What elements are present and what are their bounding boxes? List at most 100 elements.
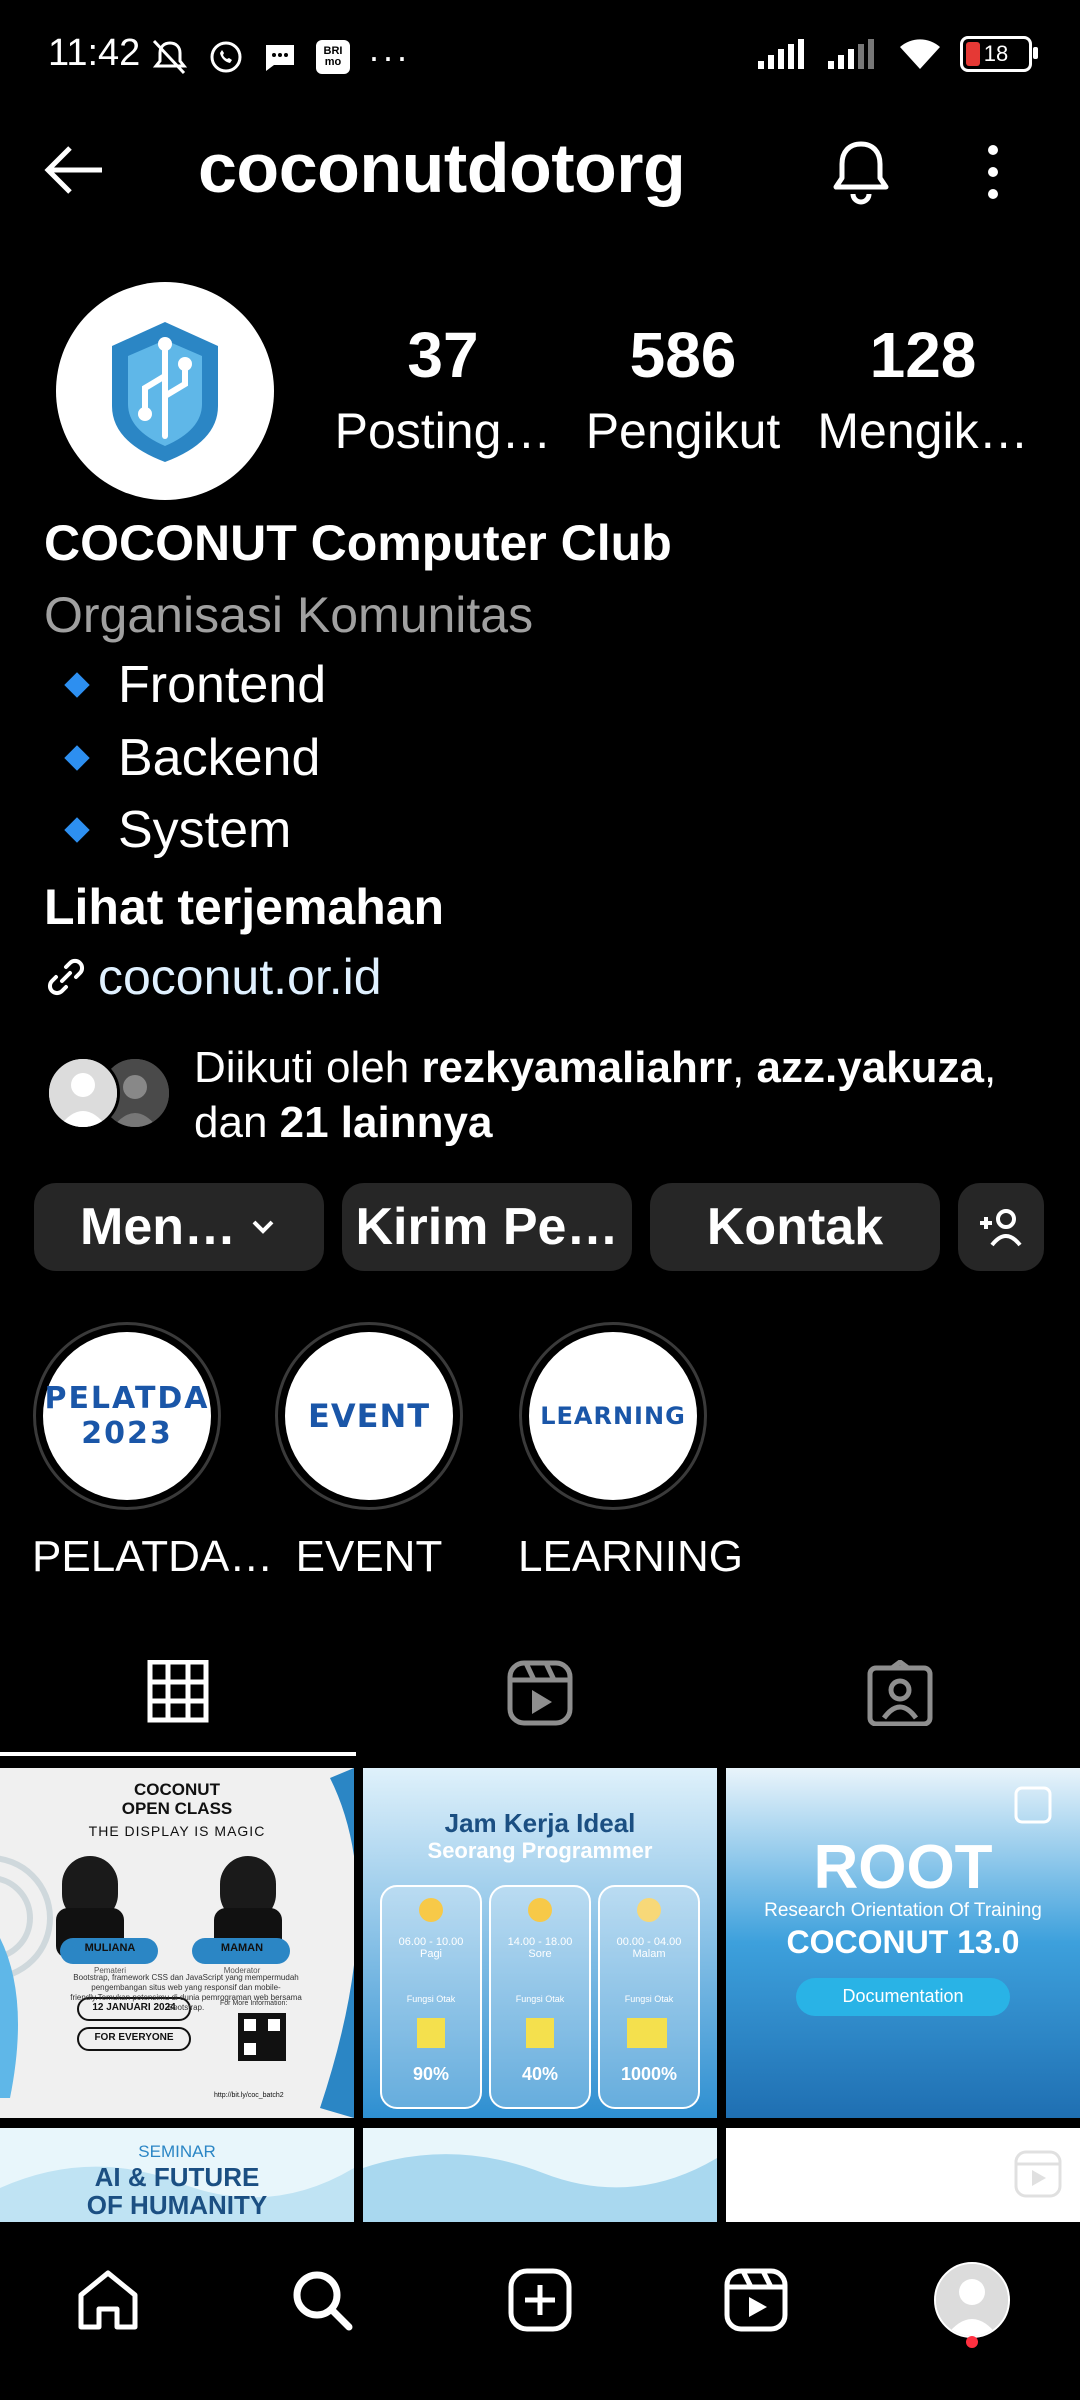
stat-following[interactable]: 128 Mengik… (808, 318, 1038, 460)
post-button-label: Documentation (842, 1986, 964, 2006)
followed-by-prefix: Diikuti oleh (194, 1043, 422, 1092)
separator: , (984, 1043, 997, 1092)
bell-icon (833, 141, 889, 205)
contact-button[interactable]: Kontak (650, 1183, 940, 1271)
website-link[interactable]: coconut.or.id (44, 948, 382, 1006)
following-button-label: Men… (80, 1198, 236, 1256)
post-title-line: Jam Kerja Ideal (444, 1808, 636, 1838)
highlight-learning[interactable]: LEARNING LEARNING (518, 1322, 743, 1582)
profile-display-name: COCONUT Computer Club (44, 515, 672, 571)
profile-avatar[interactable] (56, 282, 274, 500)
column-label: Fungsi Otak (624, 1994, 674, 2004)
post-column: 14.00 - 18.00 Sore (490, 1936, 590, 1960)
registration-url: http://bit.ly/coc_batch2 (214, 2092, 284, 2099)
battery-level: 18 (983, 41, 1009, 66)
column-time: 00.00 - 04.00 (616, 1936, 682, 1948)
profile-avatar-small (934, 2262, 1010, 2338)
event-date: 12 JANUARI 2024 (92, 2002, 176, 2013)
blue-diamond-icon (64, 745, 90, 771)
column-value: 1000% (620, 2064, 678, 2084)
highlight-cover: LEARNING (529, 1332, 697, 1500)
stat-following-value: 128 (869, 319, 977, 391)
status-icons-left: BRI mo ··· (150, 36, 410, 78)
post-tile[interactable]: COCONUT OPEN CLASS THE DISPLAY IS MAGIC … (0, 1768, 354, 2118)
bio-line: Backend (60, 728, 320, 788)
column-time: 06.00 - 10.00 (398, 1936, 464, 1948)
mute-icon (150, 39, 190, 75)
nav-search[interactable] (282, 2260, 362, 2340)
post-event: COCONUT 13.0 (786, 1924, 1020, 1960)
highlight-ring: LEARNING (519, 1322, 707, 1510)
post-subtitle: Research Orientation Of Training (764, 1900, 1042, 1921)
tab-tagged[interactable] (860, 1660, 940, 1726)
message-button[interactable]: Kirim Pe… (342, 1183, 632, 1271)
following-button[interactable]: Men… (34, 1183, 324, 1271)
more-notifications-icon: ··· (368, 36, 410, 77)
post-column: 06.00 - 10.00 Pagi (381, 1936, 481, 1960)
stat-posts-label: Posting… (334, 403, 552, 459)
highlight-label: EVENT (295, 1532, 443, 1581)
moderator-name: MAMAN (220, 1942, 264, 1954)
tagged-person-icon (867, 1660, 933, 1726)
column-label: Fungsi Otak (406, 1994, 456, 2004)
back-arrow-icon (44, 146, 102, 194)
post-tile[interactable]: ROOT Research Orientation Of Training CO… (726, 1768, 1080, 2118)
nav-reels[interactable] (716, 2260, 796, 2340)
post-title: ROOT (813, 1833, 993, 1902)
event-audience: FOR EVERYONE (94, 2032, 174, 2043)
see-translation-link[interactable]: Lihat terjemahan (44, 878, 444, 936)
search-icon (293, 2271, 353, 2331)
nav-home[interactable] (68, 2260, 148, 2340)
separator: , (732, 1043, 757, 1092)
mutual-follower-name: azz.yakuza (756, 1043, 985, 1092)
add-person-icon (980, 1209, 1022, 1247)
stat-followers[interactable]: 586 Pengikut (568, 318, 798, 460)
message-icon (262, 39, 298, 75)
reel-indicator-icon (1014, 2150, 1062, 2198)
tab-grid[interactable] (140, 1660, 216, 1724)
highlight-cover: PELATDA 2023 (43, 1332, 211, 1500)
column-period: Malam (632, 1948, 666, 1960)
add-post-icon (508, 2268, 572, 2332)
column-period: Sore (528, 1948, 552, 1960)
speaker-name: MULIANA (84, 1942, 136, 1954)
post-title-line: Seorang Programmer (427, 1838, 653, 1863)
post-title-line: OPEN CLASS (121, 1799, 233, 1818)
more-vertical-icon (988, 145, 998, 199)
bio-line-text: Frontend (118, 656, 327, 714)
highlight-cover-text: EVENT (307, 1397, 431, 1435)
nav-create[interactable] (500, 2260, 580, 2340)
stat-posts[interactable]: 37 Posting… (328, 318, 558, 460)
avatar (46, 1056, 120, 1130)
grid-icon (147, 1660, 209, 1723)
notifications-button[interactable] (828, 138, 894, 206)
post-tile[interactable]: Jam Kerja Ideal Seorang Programmer 06.00… (363, 1768, 717, 2118)
suggested-people-button[interactable] (958, 1183, 1044, 1271)
more-options-button[interactable] (976, 142, 1010, 202)
stat-followers-value: 586 (629, 319, 737, 391)
mutual-followers-text[interactable]: Diikuti oleh rezkyamaliahrr, azz.yakuza,… (194, 1040, 1044, 1150)
post-tile[interactable] (363, 2128, 717, 2228)
post-tile[interactable] (726, 2128, 1080, 2228)
bio-line: System (60, 800, 291, 860)
wifi-icon (898, 37, 942, 71)
post-tile[interactable]: SEMINAR AI & FUTURE OF HUMANITY (0, 2128, 354, 2228)
highlight-pelatda[interactable]: PELATDA 2023 PELATDA… (32, 1322, 273, 1582)
post-title-line: COCONUT (134, 1780, 220, 1799)
column-label: Fungsi Otak (515, 1994, 565, 2004)
highlight-event[interactable]: EVENT EVENT (274, 1322, 464, 1582)
signal-icon (758, 39, 810, 69)
mutual-follower-name: rezkyamaliahrr (421, 1043, 733, 1092)
nav-profile[interactable] (932, 2260, 1012, 2340)
followed-by-line2-prefix: dan (194, 1098, 280, 1147)
coconut-logo-icon (112, 322, 218, 462)
post-column: 00.00 - 04.00 Malam (599, 1936, 699, 1960)
post-title-line: SEMINAR (138, 2142, 216, 2161)
mutual-followers-avatars[interactable] (46, 1050, 176, 1130)
tab-reels[interactable] (500, 1660, 580, 1726)
back-button[interactable] (40, 140, 110, 200)
column-time: 14.00 - 18.00 (507, 1936, 573, 1948)
chevron-down-icon (252, 1220, 274, 1234)
bio-line-text: System (118, 801, 292, 859)
post-title: COCONUT OPEN CLASS THE DISPLAY IS MAGIC (0, 1780, 354, 1841)
